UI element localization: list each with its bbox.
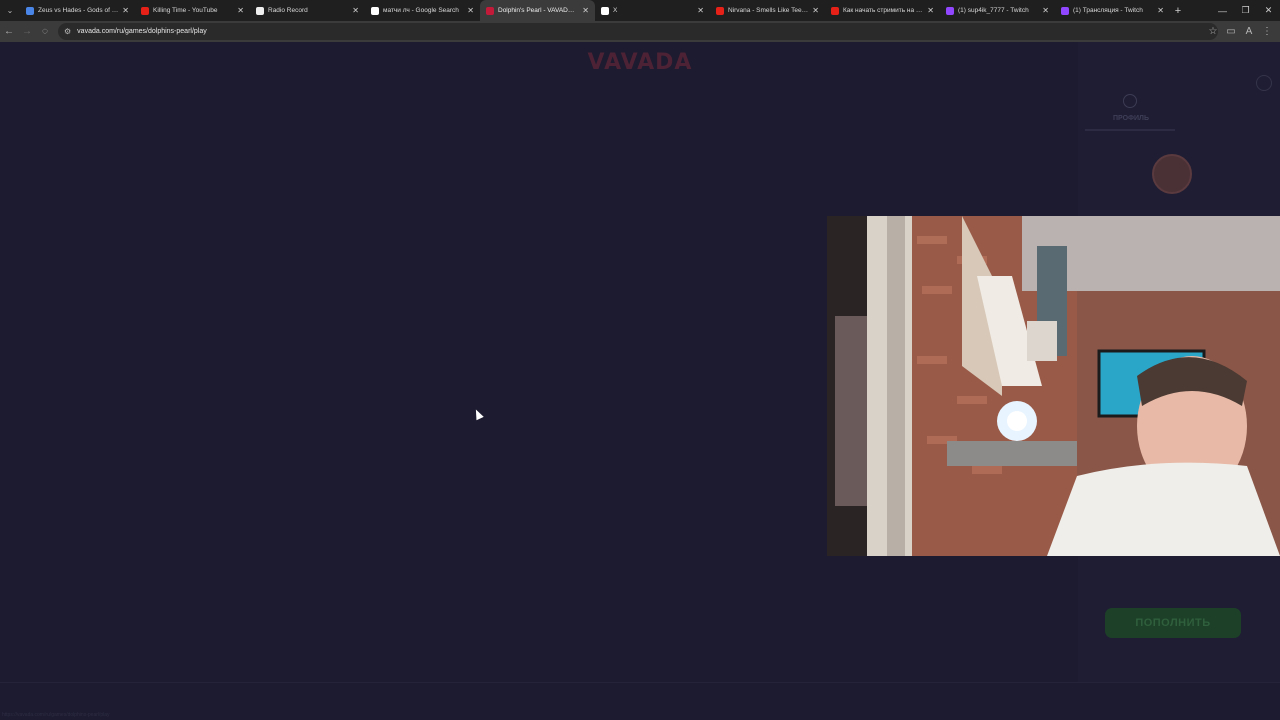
tab-close-icon[interactable]: ✕: [697, 6, 704, 15]
site-info-icon[interactable]: ⚙: [64, 27, 71, 36]
close-window-icon[interactable]: ✕: [1257, 0, 1280, 21]
browser-toolbar: ← → ◌ ⚙ vavada.com/ru/games/dolphins-pea…: [0, 21, 1280, 42]
tab-title: Nirvana - Smells Like Teen Sp: [728, 7, 809, 14]
tab-9[interactable]: (1) Трансляция - Twitch ✕: [1055, 0, 1170, 21]
bookmark-star-icon[interactable]: ☆: [1204, 21, 1222, 42]
tab-title: (1) sup4ik_7777 - Twitch: [958, 7, 1029, 14]
tab-4[interactable]: Dolphin's Pearl - VAVADA Onl ✕: [480, 0, 595, 21]
tab-0[interactable]: Zeus vs Hades - Gods of War ✕: [20, 0, 135, 21]
webcam-image: [827, 216, 1280, 556]
profile-label[interactable]: ПРОФИЛЬ: [1108, 115, 1154, 122]
tab-favicon-icon: [256, 6, 264, 15]
tab-title: X: [613, 7, 618, 14]
tab-strip: ⌄ Zeus vs Hades - Gods of War ✕ Killing Ti…: [0, 0, 1280, 21]
tab-favicon-icon: [716, 6, 724, 15]
tab-8[interactable]: (1) sup4ik_7777 - Twitch ✕: [940, 0, 1055, 21]
tab-5[interactable]: X ✕: [595, 0, 710, 21]
tab-title: (1) Трансляция - Twitch: [1073, 7, 1143, 14]
tab-close-icon[interactable]: ✕: [927, 6, 934, 15]
tab-2[interactable]: Radio Record ✕: [250, 0, 365, 21]
tab-search-icon[interactable]: ⌄: [0, 0, 20, 21]
tab-close-icon[interactable]: ✕: [812, 6, 819, 15]
menu-icon[interactable]: ⋮: [1258, 21, 1276, 42]
tab-3[interactable]: матчи лч - Google Search ✕: [365, 0, 480, 21]
tab-close-icon[interactable]: ✕: [122, 6, 129, 15]
forward-icon[interactable]: →: [18, 21, 36, 42]
tab-close-icon[interactable]: ✕: [1157, 6, 1164, 15]
deposit-button[interactable]: ПОПОЛНИТЬ: [1105, 608, 1241, 638]
tab-title: Zeus vs Hades - Gods of War: [38, 7, 119, 14]
tab-list: Zeus vs Hades - Gods of War ✕ Killing Time…: [20, 0, 1170, 21]
cast-icon[interactable]: ▭: [1222, 21, 1240, 42]
status-url: https://vavada.com/ru/games/dolphins-pea…: [2, 712, 110, 718]
tab-favicon-icon: [141, 6, 149, 15]
tab-title: Как начать стримить на Twit: [843, 7, 924, 14]
tab-close-icon[interactable]: ✕: [582, 6, 589, 15]
tab-favicon-icon: [1061, 6, 1069, 15]
tab-favicon-icon: [946, 6, 954, 15]
address-url: vavada.com/ru/games/dolphins-pearl/play: [77, 28, 207, 35]
tab-1[interactable]: Killing Time - YouTube ✕: [135, 0, 250, 21]
new-tab-icon[interactable]: +: [1170, 5, 1186, 17]
restore-icon[interactable]: ❐: [1234, 0, 1257, 21]
tab-6[interactable]: Nirvana - Smells Like Teen Sp ✕: [710, 0, 825, 21]
tab-close-icon[interactable]: ✕: [1042, 6, 1049, 15]
tab-title: матчи лч - Google Search: [383, 7, 459, 14]
address-bar[interactable]: ⚙ vavada.com/ru/games/dolphins-pearl/pla…: [58, 23, 1218, 40]
tab-close-icon[interactable]: ✕: [352, 6, 359, 15]
tab-close-icon[interactable]: ✕: [237, 6, 244, 15]
site-logo[interactable]: VAVADA: [576, 50, 704, 75]
profile-underline: [1085, 129, 1175, 131]
tab-favicon-icon: [486, 6, 494, 15]
window-controls: — ❐ ✕: [1211, 0, 1280, 21]
profile-icon[interactable]: A: [1240, 21, 1258, 42]
loading-icon[interactable]: ◌: [36, 21, 54, 42]
tab-title: Dolphin's Pearl - VAVADA Onl: [498, 7, 579, 14]
tab-favicon-icon: [831, 6, 839, 15]
close-icon[interactable]: [1256, 75, 1272, 91]
tab-title: Radio Record: [268, 7, 308, 14]
back-icon[interactable]: ←: [0, 21, 18, 42]
tab-title: Killing Time - YouTube: [153, 7, 218, 14]
webcam-overlay: [827, 216, 1280, 556]
divider: [0, 682, 1280, 683]
tab-7[interactable]: Как начать стримить на Twit ✕: [825, 0, 940, 21]
tab-close-icon[interactable]: ✕: [467, 6, 474, 15]
avatar[interactable]: [1152, 154, 1192, 194]
toolbar-actions: ☆ ▭ A ⋮: [1204, 21, 1276, 42]
shield-icon[interactable]: [1123, 94, 1137, 108]
tab-favicon-icon: [371, 6, 379, 15]
tab-favicon-icon: [26, 6, 34, 15]
minimize-icon[interactable]: —: [1211, 0, 1234, 21]
tab-favicon-icon: [601, 6, 609, 15]
browser-window: ⌄ Zeus vs Hades - Gods of War ✕ Killing Ti…: [0, 0, 1280, 720]
